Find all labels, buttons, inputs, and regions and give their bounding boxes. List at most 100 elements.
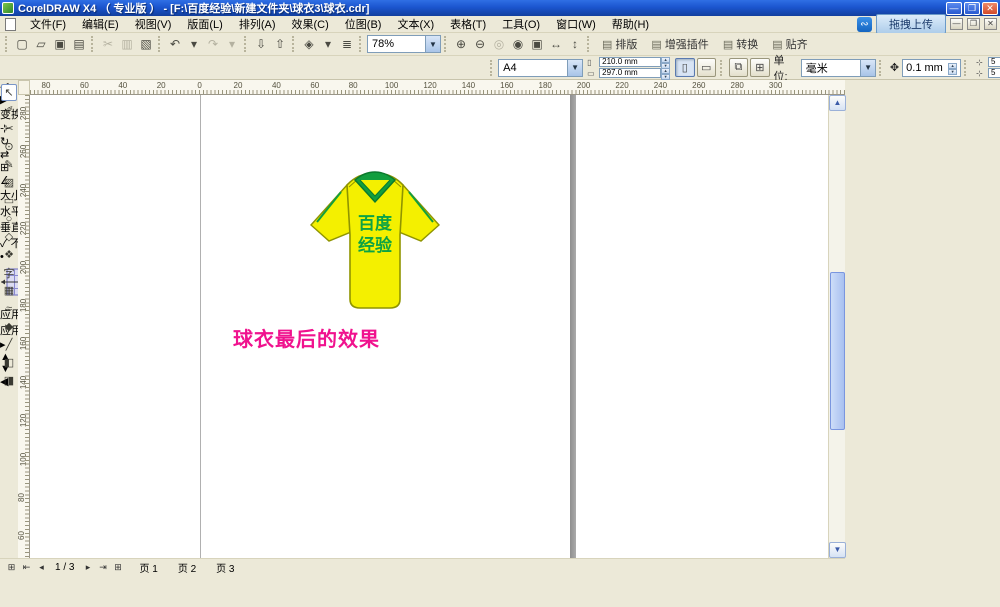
import-icon[interactable]: ⇩ <box>252 35 270 53</box>
new-document-icon[interactable]: ▢ <box>13 35 31 53</box>
duplicate-x-field[interactable]: 5 <box>988 57 1000 67</box>
doc-minimize-button[interactable]: — <box>950 18 963 30</box>
page-tab-2[interactable]: 页 2 <box>168 560 206 575</box>
doc-close-button[interactable]: ✕ <box>984 18 997 30</box>
freehand-tool[interactable]: ✎ <box>1 156 17 173</box>
ellipse-tool[interactable]: ○ <box>1 210 17 227</box>
menu-table[interactable]: 表格(T) <box>442 15 494 33</box>
text-tool[interactable]: 字 <box>1 264 17 281</box>
nudge-spinner[interactable]: ▲▼ <box>948 63 957 73</box>
zoom-out-icon[interactable]: ⊖ <box>471 35 489 53</box>
fill-tool[interactable]: ◧ <box>1 354 17 371</box>
menu-bar: 文件(F)编辑(E)视图(V)版面(L)排列(A)效果(C)位图(B)文本(X)… <box>0 16 1000 33</box>
menu-window[interactable]: 窗口(W) <box>548 15 604 33</box>
drawing-canvas[interactable]: 百度 经验 球衣最后的效果 <box>30 95 828 558</box>
welcome-screen-icon[interactable]: ≣ <box>338 35 356 53</box>
minimize-button[interactable]: — <box>946 2 962 15</box>
table-tool[interactable]: ▦ <box>1 282 17 299</box>
paper-width-field[interactable]: 210.0 mm <box>599 57 661 67</box>
launcher-list-icon[interactable]: ▾ <box>319 35 337 53</box>
vertical-scroll-thumb[interactable] <box>830 272 845 430</box>
landscape-button[interactable]: ▭ <box>697 58 716 77</box>
page-tab-3[interactable]: 页 3 <box>206 560 244 575</box>
toolbar-grip <box>444 36 449 52</box>
crop-tool[interactable]: ✂ <box>1 120 17 137</box>
menu-edit[interactable]: 编辑(E) <box>74 15 127 33</box>
chevron-down-icon[interactable]: ▼ <box>567 60 582 76</box>
vertical-scrollbar[interactable]: ▲ ▼ <box>828 95 845 558</box>
jersey-drawing[interactable]: 百度 经验 <box>300 163 450 313</box>
zoom-all-objects-icon[interactable]: ◉ <box>509 35 527 53</box>
paper-width-icon: ▯ <box>587 58 599 67</box>
menu-tools[interactable]: 工具(O) <box>494 15 548 33</box>
menu-view[interactable]: 视图(V) <box>127 15 180 33</box>
menu-layout[interactable]: 版面(L) <box>179 15 230 33</box>
scroll-down-button[interactable]: ▼ <box>829 542 846 558</box>
paper-width-spinner[interactable]: ▲▼ <box>661 57 670 67</box>
units-combo[interactable]: 毫米 ▼ <box>801 59 876 77</box>
paper-height-spinner[interactable]: ▲▼ <box>661 68 670 78</box>
menu-help[interactable]: 帮助(H) <box>604 15 657 33</box>
enhanced-plugins-button[interactable]: ▤增强插件 <box>646 35 713 53</box>
typesetting-button[interactable]: ▤排版 <box>597 35 642 53</box>
next-page-button[interactable]: ▸ <box>80 560 95 575</box>
menu-effects[interactable]: 效果(C) <box>284 15 337 33</box>
basic-shapes-tool[interactable]: ❖ <box>1 246 17 263</box>
menu-file[interactable]: 文件(F) <box>22 15 74 33</box>
menu-text[interactable]: 文本(X) <box>389 15 442 33</box>
zoom-in-icon[interactable]: ⊕ <box>452 35 470 53</box>
restore-button[interactable]: ❐ <box>964 2 980 15</box>
convert-button[interactable]: ▤转换 <box>718 35 763 53</box>
ruler-origin-button[interactable] <box>18 80 30 95</box>
snap-button[interactable]: ▤贴齐 <box>767 35 812 53</box>
shape-tool[interactable]: ✐ <box>1 102 17 119</box>
zoom-level-combo[interactable]: 78%▼ <box>367 35 441 53</box>
chevron-down-icon[interactable]: ▼ <box>425 36 440 52</box>
last-page-button[interactable]: ⇥ <box>95 560 110 575</box>
scroll-up-button[interactable]: ▲ <box>829 95 846 111</box>
menu-arrange[interactable]: 排列(A) <box>231 15 284 33</box>
add-page-button[interactable]: ⊞ <box>4 560 19 575</box>
all-pages-button[interactable]: ⧉ <box>729 58 748 77</box>
previous-page-button[interactable]: ◂ <box>34 560 49 575</box>
eyedropper-tool[interactable]: ◆ <box>1 318 17 335</box>
outline-tool[interactable]: ╱ <box>1 336 17 353</box>
interactive-blend-tool[interactable]: ≈ <box>1 300 17 317</box>
save-icon[interactable]: ▣ <box>51 35 69 53</box>
current-page-button[interactable]: ⊞ <box>750 58 769 77</box>
portrait-button[interactable]: ▯ <box>675 58 694 77</box>
drag-upload-button[interactable]: 拖拽上传 <box>876 14 946 34</box>
duplicate-y-field[interactable]: 5 <box>988 68 1000 78</box>
smart-fill-tool[interactable]: ▨ <box>1 174 17 191</box>
application-launcher-icon[interactable]: ◈ <box>300 35 318 53</box>
menu-bitmaps[interactable]: 位图(B) <box>337 15 390 33</box>
add-page-button-2[interactable]: ⊞ <box>110 560 125 575</box>
print-icon[interactable]: ▤ <box>70 35 88 53</box>
polygon-tool[interactable]: ◇ <box>1 228 17 245</box>
paste-icon[interactable]: ▧ <box>137 35 155 53</box>
interactive-fill-tool[interactable]: ◨ <box>1 372 17 389</box>
snap-label: 贴齐 <box>786 36 808 52</box>
page-tab-1[interactable]: 页 1 <box>129 560 167 575</box>
toolbar-group: ▢▱▣▤ <box>13 35 88 53</box>
rectangle-tool[interactable]: ▭ <box>1 192 17 209</box>
pick-tool[interactable]: ↖ <box>1 84 17 101</box>
chevron-down-icon[interactable]: ▼ <box>860 60 875 76</box>
paper-preset-combo[interactable]: A4 ▼ <box>498 59 583 77</box>
export-icon[interactable]: ⇧ <box>271 35 289 53</box>
horizontal-ruler[interactable]: 8060402002040608010012014016018020022024… <box>30 80 845 95</box>
first-page-button[interactable]: ⇤ <box>19 560 34 575</box>
undo-list-icon[interactable]: ▾ <box>185 35 203 53</box>
zoom-height-icon[interactable]: ↕ <box>566 35 584 53</box>
close-button[interactable]: ✕ <box>982 2 998 15</box>
vertical-ruler[interactable]: 2802602402202001801601401201008060 <box>18 95 30 558</box>
zoom-tool[interactable]: ⊙ <box>1 138 17 155</box>
paper-height-field[interactable]: 297.0 mm <box>599 68 661 78</box>
zoom-page-icon[interactable]: ▣ <box>528 35 546 53</box>
open-icon[interactable]: ▱ <box>32 35 50 53</box>
doc-restore-button[interactable]: ❐ <box>967 18 980 30</box>
zoom-width-icon[interactable]: ↔ <box>547 35 565 53</box>
undo-icon[interactable]: ↶ <box>166 35 184 53</box>
nudge-field[interactable]: 0.1 mm ▲▼ <box>902 59 961 77</box>
caption-text[interactable]: 球衣最后的效果 <box>233 323 453 352</box>
